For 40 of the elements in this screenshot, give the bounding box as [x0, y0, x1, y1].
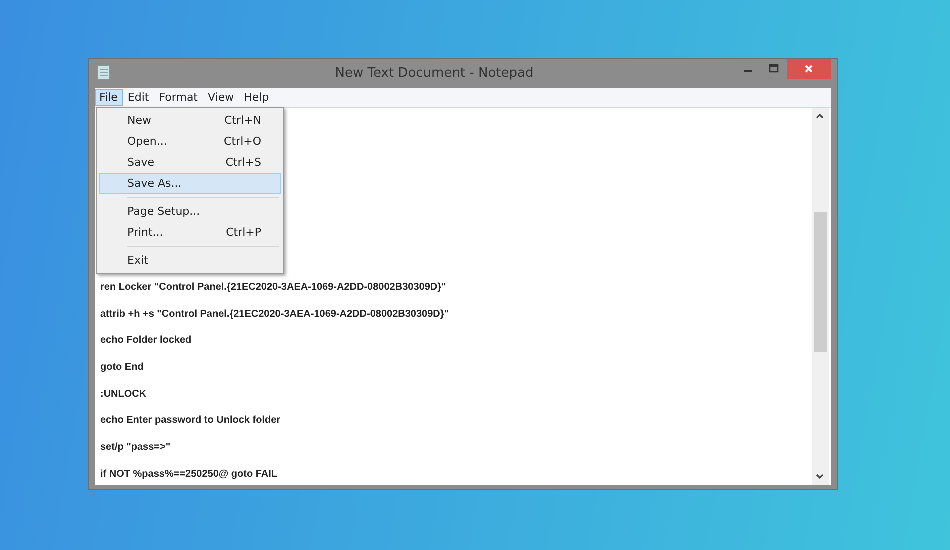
text-line: set/p "pass=>"	[100, 442, 172, 456]
menu-item[interactable]: File	[94, 89, 123, 106]
menu-item[interactable]: Help	[239, 89, 274, 106]
text-line: :UNLOCK	[100, 388, 148, 402]
menu-entry-label: Print...	[128, 226, 164, 239]
notepad-icon	[96, 65, 110, 81]
menu-item[interactable]: Edit	[122, 89, 154, 106]
maximize-icon	[768, 64, 778, 74]
menu-entry[interactable]: Print... Ctrl+P	[98, 222, 280, 243]
menu-entry-label: Save As...	[128, 177, 182, 190]
text-line: attrib +h +s "Control Panel.{21EC2020-3AEA-1069-A2DD-08002B30309D}"	[100, 308, 450, 322]
scrollbar-thumb[interactable]	[814, 212, 826, 352]
menu-item[interactable]: View	[203, 89, 240, 106]
menu-item[interactable]: Format	[154, 89, 203, 106]
text-line: goto End	[100, 362, 145, 376]
shortcut-label: Ctrl+O	[224, 135, 262, 148]
menu-entry[interactable]: Exit	[98, 250, 280, 271]
menu-entry-label: New	[128, 114, 152, 127]
text-line: echo Enter password to Unlock folder	[100, 415, 282, 428]
menu-entry-label: Page Setup...	[128, 205, 200, 218]
menu-entry-label: Exit	[128, 254, 148, 267]
menu-entry-label: Open...	[128, 135, 168, 148]
text-line: ren Locker "Control Panel.{21EC2020-3AEA-1069-A2DD-08002B30309D}"	[100, 282, 448, 295]
menu-entry[interactable]: Save Ctrl+S	[98, 152, 280, 173]
menu-entry-label: Save	[128, 156, 155, 169]
window-title: New Text Document - Notepad	[334, 66, 535, 81]
close-button[interactable]	[786, 59, 830, 79]
scroll-down-icon[interactable]	[815, 473, 825, 481]
scroll-up-icon[interactable]	[815, 112, 825, 120]
menu-entry[interactable]: New Ctrl+N	[98, 110, 280, 131]
shortcut-label: Ctrl+P	[226, 226, 262, 239]
menu-entry[interactable]: Open... Ctrl+O	[98, 131, 280, 152]
menu-entry[interactable]: Page Setup...	[98, 201, 280, 222]
text-line: echo Folder locked	[100, 335, 193, 348]
text-line: if NOT %pass%==250250@ goto FAIL	[100, 468, 279, 482]
shortcut-label: Ctrl+N	[224, 114, 262, 127]
shortcut-label: Ctrl+S	[226, 156, 262, 169]
menu-entry[interactable]: Save As...	[98, 173, 280, 194]
vertical-scrollbar[interactable]	[812, 108, 828, 485]
close-icon	[804, 64, 814, 74]
